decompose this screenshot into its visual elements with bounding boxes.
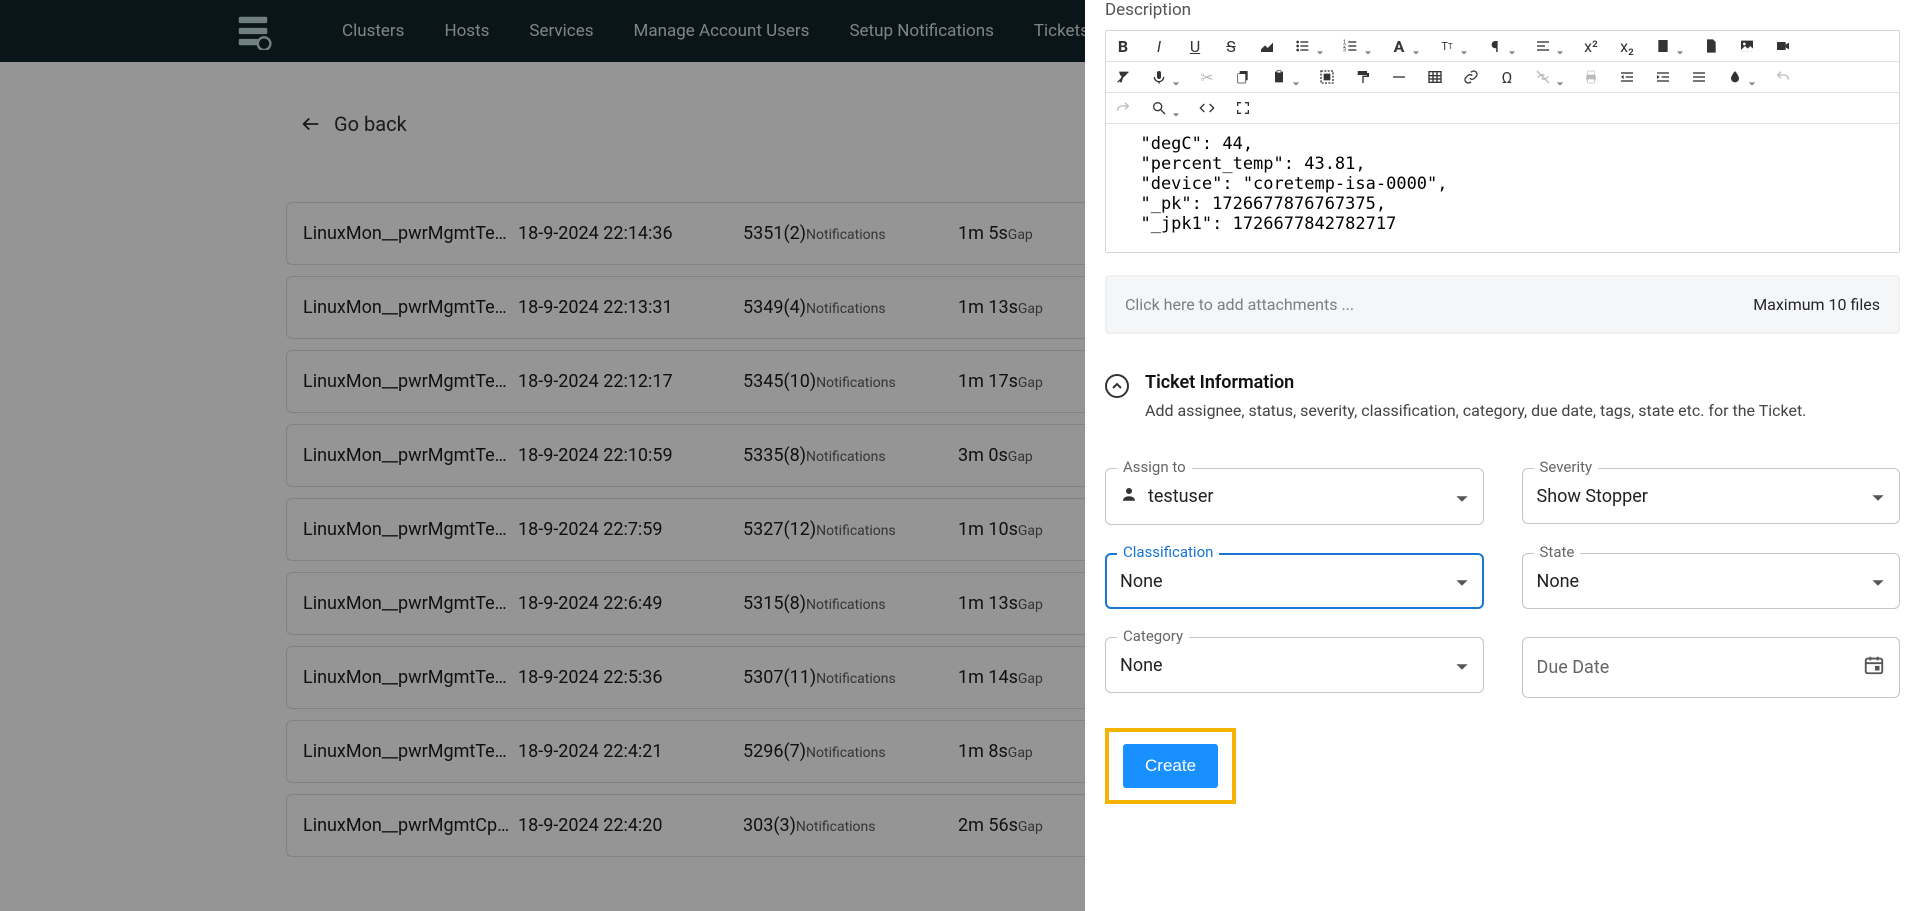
state-field[interactable]: State None: [1522, 553, 1901, 609]
attachments-placeholder: Click here to add attachments ...: [1125, 295, 1354, 314]
image-icon[interactable]: [1738, 37, 1756, 55]
chevron-down-icon[interactable]: [1556, 42, 1564, 50]
severity-label: Severity: [1534, 458, 1599, 476]
rich-text-editor: B I U S 123 A TT ¶ x² x₂ ✂: [1105, 30, 1900, 253]
search-icon[interactable]: [1150, 99, 1168, 117]
due-date-field[interactable]: Due Date: [1522, 637, 1901, 698]
chevron-down-icon: [1455, 574, 1469, 588]
state-value: None: [1537, 571, 1580, 592]
highlight-icon[interactable]: [1258, 37, 1276, 55]
chevron-down-icon[interactable]: [1292, 73, 1300, 81]
attachments-drop[interactable]: Click here to add attachments ... Maximu…: [1105, 275, 1900, 334]
justify-icon[interactable]: [1690, 68, 1708, 86]
classification-value: None: [1120, 571, 1163, 592]
chevron-down-icon: [1871, 489, 1885, 503]
chevron-down-icon[interactable]: [1364, 42, 1372, 50]
clear-format-icon[interactable]: [1114, 68, 1132, 86]
link-icon[interactable]: [1462, 68, 1480, 86]
create-ticket-panel: Description B I U S 123 A TT ¶ x² x₂ ✂: [1085, 0, 1920, 911]
subscript-icon[interactable]: x₂: [1618, 37, 1636, 55]
print-icon[interactable]: [1582, 68, 1600, 86]
classification-field[interactable]: Classification None: [1105, 553, 1484, 609]
due-date-placeholder: Due Date: [1537, 657, 1610, 678]
file-icon[interactable]: [1702, 37, 1720, 55]
format-paint-icon[interactable]: [1354, 68, 1372, 86]
chevron-down-icon: [1871, 574, 1885, 588]
editor-toolbar-row-3: [1106, 93, 1899, 124]
outdent-icon[interactable]: [1618, 68, 1636, 86]
chevron-down-icon[interactable]: [1172, 73, 1180, 81]
superscript-icon[interactable]: x²: [1582, 37, 1600, 55]
category-value: None: [1120, 655, 1163, 676]
select-all-icon[interactable]: [1318, 68, 1336, 86]
chevron-down-icon[interactable]: [1412, 42, 1420, 50]
code-view-icon[interactable]: [1198, 99, 1216, 117]
chevron-down-icon[interactable]: [1676, 42, 1684, 50]
redo-icon[interactable]: [1114, 99, 1132, 117]
create-button-highlight: Create: [1105, 728, 1236, 804]
state-label: State: [1534, 543, 1581, 561]
undo-icon[interactable]: [1774, 68, 1792, 86]
chevron-down-icon[interactable]: [1748, 73, 1756, 81]
italic-icon[interactable]: I: [1150, 37, 1168, 55]
omega-icon[interactable]: Ω: [1498, 68, 1516, 86]
chevron-down-icon[interactable]: [1508, 42, 1516, 50]
copy-icon[interactable]: [1234, 68, 1252, 86]
horizontal-rule-icon[interactable]: [1390, 68, 1408, 86]
ticket-form-grid: Assign to testuser Severity Show Stopper…: [1105, 468, 1900, 698]
chevron-down-icon: [1455, 658, 1469, 672]
chevron-up-circle-icon[interactable]: [1105, 374, 1129, 398]
description-label: Description: [1105, 0, 1900, 20]
underline-icon[interactable]: U: [1186, 37, 1204, 55]
microphone-icon[interactable]: [1150, 68, 1168, 86]
editor-toolbar-row-2: ✂ Ω: [1106, 62, 1899, 93]
unlink-icon[interactable]: [1534, 68, 1552, 86]
align-icon[interactable]: [1534, 37, 1552, 55]
chevron-down-icon[interactable]: [1316, 42, 1324, 50]
create-button[interactable]: Create: [1123, 744, 1218, 788]
attachments-limit: Maximum 10 files: [1753, 295, 1880, 314]
chevron-down-icon[interactable]: [1460, 42, 1468, 50]
user-icon: [1120, 485, 1138, 508]
category-label: Category: [1117, 627, 1189, 645]
paragraph-icon[interactable]: ¶: [1486, 37, 1504, 55]
severity-field[interactable]: Severity Show Stopper: [1522, 468, 1901, 525]
assign-to-value: testuser: [1148, 486, 1213, 507]
assign-to-label: Assign to: [1117, 458, 1192, 476]
bold-icon[interactable]: B: [1114, 37, 1132, 55]
calendar-icon: [1863, 654, 1885, 681]
chevron-down-icon[interactable]: [1172, 104, 1180, 112]
chevron-down-icon[interactable]: [1556, 73, 1564, 81]
fullscreen-icon[interactable]: [1234, 99, 1252, 117]
table-icon[interactable]: [1426, 68, 1444, 86]
editor-textarea[interactable]: "degC": 44, "percent_temp": 43.81, "devi…: [1106, 124, 1899, 252]
ordered-list-icon[interactable]: 123: [1342, 37, 1360, 55]
document-icon[interactable]: [1654, 37, 1672, 55]
svg-text:3: 3: [1343, 47, 1346, 53]
ticket-info-subtitle: Add assignee, status, severity, classifi…: [1145, 401, 1806, 420]
editor-toolbar-row-1: B I U S 123 A TT ¶ x² x₂: [1106, 31, 1899, 62]
cut-icon[interactable]: ✂: [1198, 68, 1216, 86]
unordered-list-icon[interactable]: [1294, 37, 1312, 55]
font-size-icon[interactable]: TT: [1438, 37, 1456, 55]
category-field[interactable]: Category None: [1105, 637, 1484, 698]
paste-icon[interactable]: [1270, 68, 1288, 86]
font-color-icon[interactable]: A: [1390, 37, 1408, 55]
assign-to-field[interactable]: Assign to testuser: [1105, 468, 1484, 525]
severity-value: Show Stopper: [1537, 486, 1648, 507]
classification-label: Classification: [1117, 543, 1219, 561]
chevron-down-icon: [1455, 490, 1469, 504]
strikethrough-icon[interactable]: S: [1222, 37, 1240, 55]
ticket-info-header: Ticket Information Add assignee, status,…: [1105, 372, 1900, 420]
ticket-info-title: Ticket Information: [1145, 372, 1806, 393]
ink-drop-icon[interactable]: [1726, 68, 1744, 86]
video-icon[interactable]: [1774, 37, 1792, 55]
indent-icon[interactable]: [1654, 68, 1672, 86]
